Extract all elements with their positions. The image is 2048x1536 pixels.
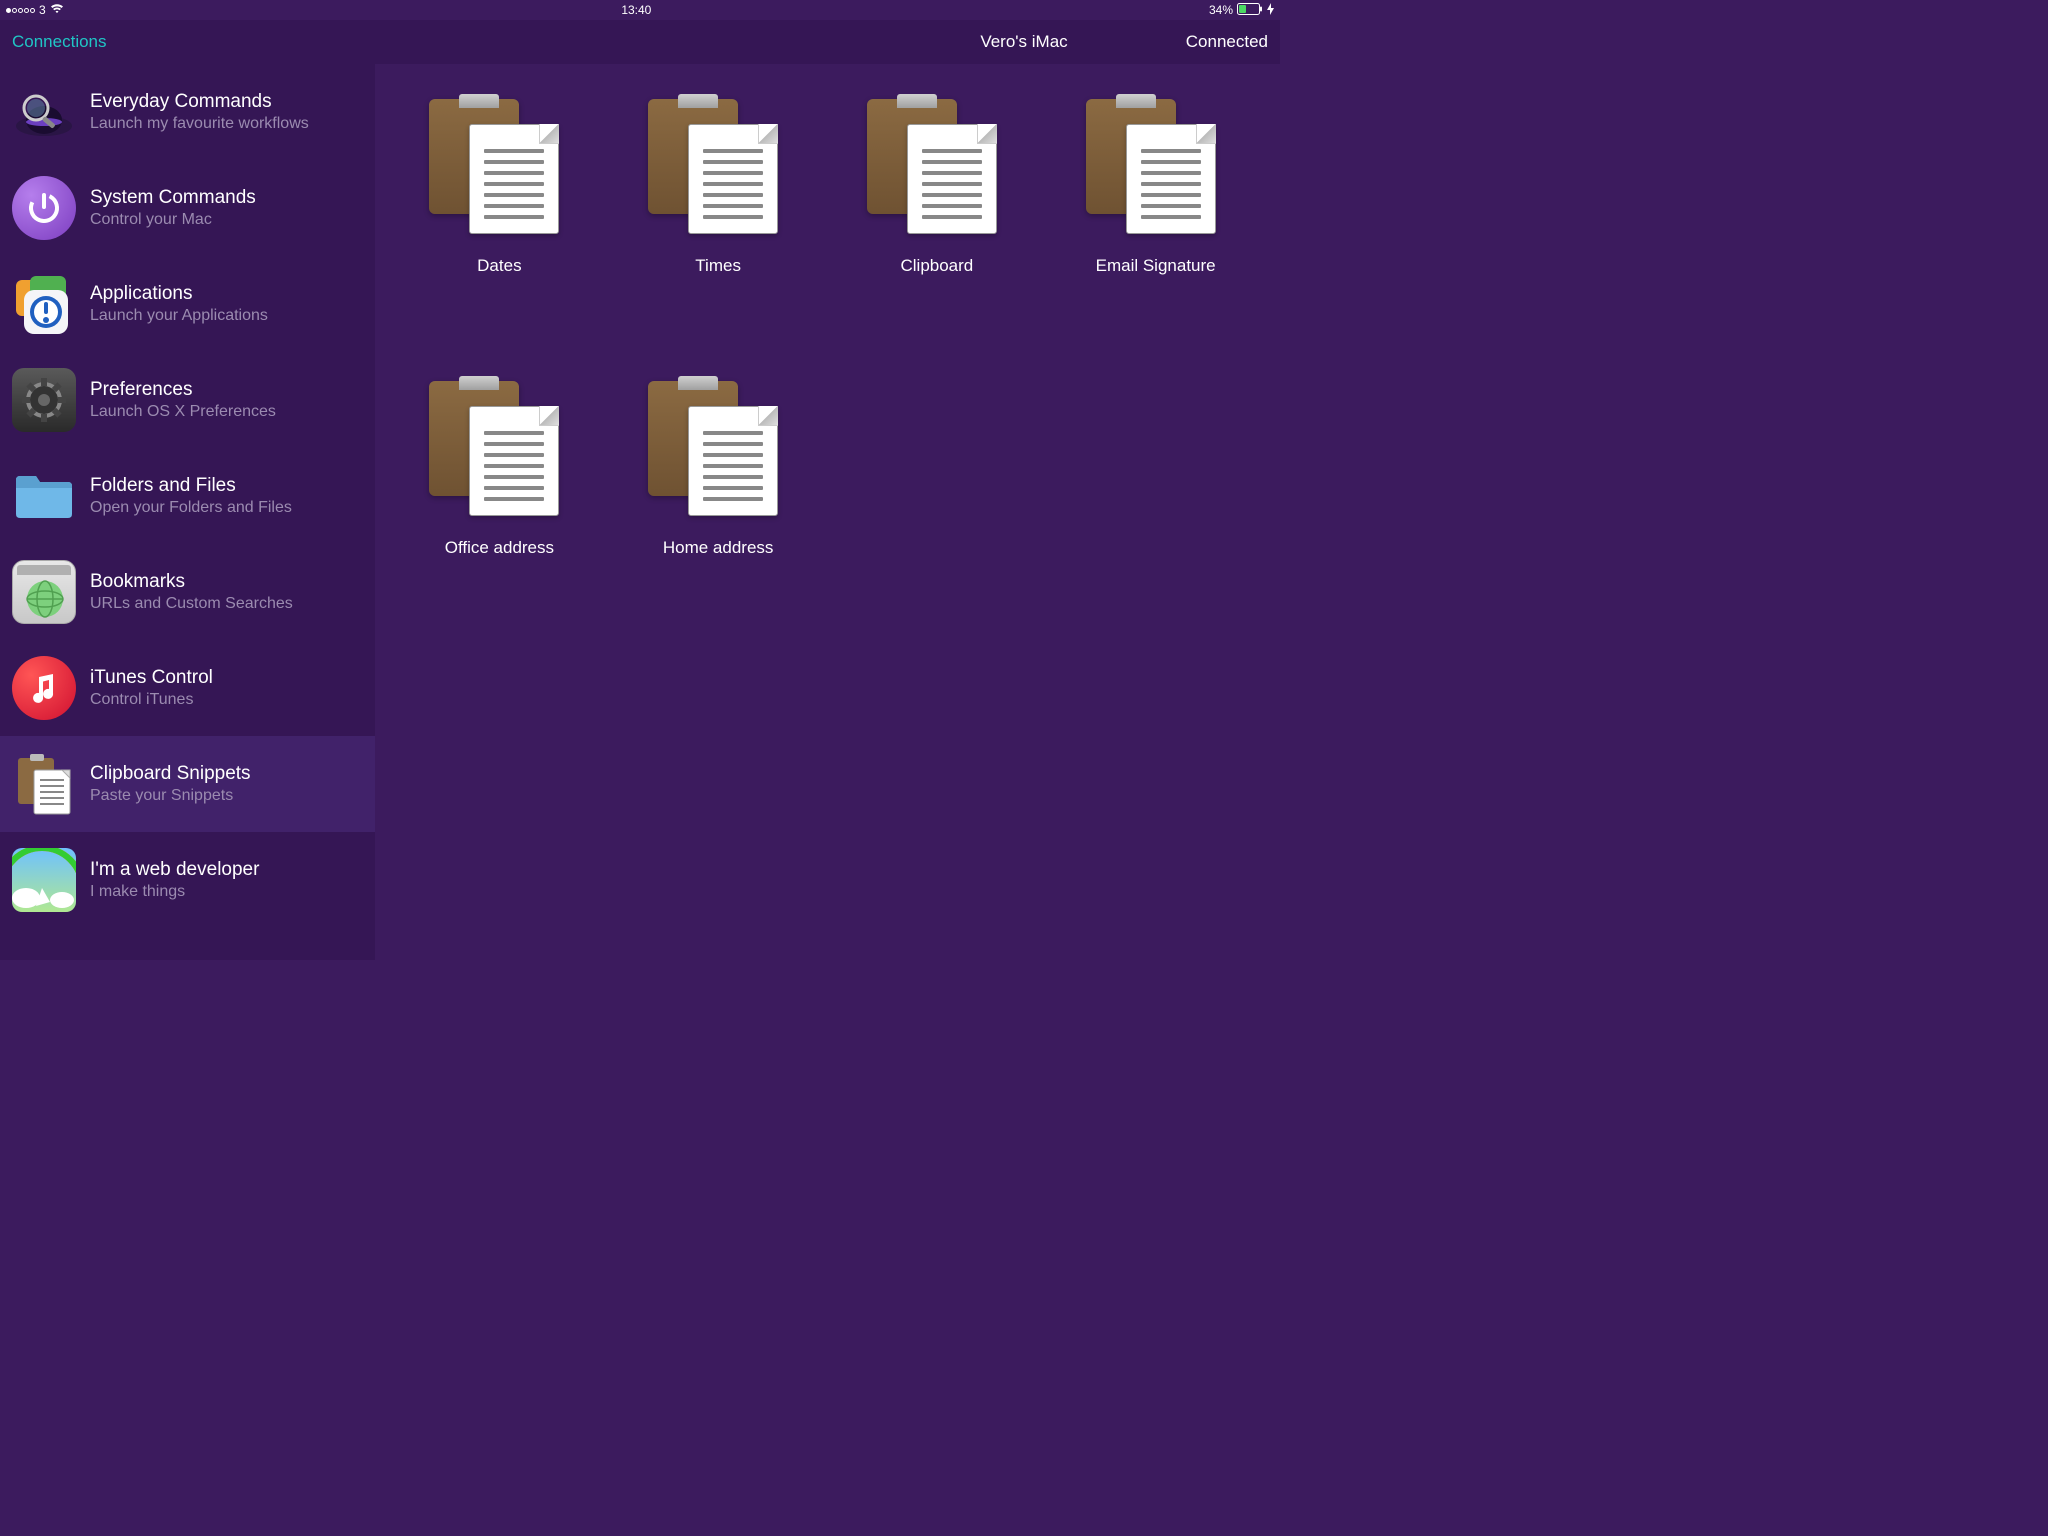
sidebar-item-title: Clipboard Snippets — [90, 763, 363, 785]
snippet-dates[interactable]: Dates — [395, 94, 604, 276]
sidebar-item-folders-files[interactable]: Folders and Files Open your Folders and … — [0, 448, 375, 544]
sidebar-item-title: iTunes Control — [90, 667, 363, 689]
snippet-label: Dates — [477, 256, 521, 276]
sidebar-item-web-developer[interactable]: I'm a web developer I make things — [0, 832, 375, 928]
snippet-office-address[interactable]: Office address — [395, 376, 604, 558]
battery-icon — [1237, 3, 1263, 18]
sidebar-item-subtitle: Launch my favourite workflows — [90, 115, 363, 133]
main: Everyday Commands Launch my favourite wo… — [0, 64, 1280, 960]
sidebar-item-subtitle: Open your Folders and Files — [90, 499, 363, 517]
clipboard-doc-icon — [643, 94, 793, 244]
sidebar-item-itunes-control[interactable]: iTunes Control Control iTunes — [0, 640, 375, 736]
power-icon — [12, 176, 76, 240]
sidebar-item-preferences[interactable]: Preferences Launch OS X Preferences — [0, 352, 375, 448]
sidebar-item-clipboard-snippets[interactable]: Clipboard Snippets Paste your Snippets — [0, 736, 375, 832]
unicorn-rainbow-icon — [12, 848, 76, 912]
status-right: 34% — [1209, 3, 1274, 18]
status-time: 13:40 — [621, 3, 651, 17]
sidebar-item-system-commands[interactable]: System Commands Control your Mac — [0, 160, 375, 256]
sidebar-item-title: Everyday Commands — [90, 91, 363, 113]
charging-icon — [1267, 3, 1274, 18]
sidebar-item-subtitle: Control iTunes — [90, 691, 363, 709]
status-left: 3 — [6, 3, 64, 17]
page-title: Vero's iMac — [980, 32, 1067, 52]
snippet-label: Home address — [663, 538, 774, 558]
sidebar-item-title: Preferences — [90, 379, 363, 401]
sidebar[interactable]: Everyday Commands Launch my favourite wo… — [0, 64, 375, 960]
clipboard-doc-icon — [643, 376, 793, 526]
snippet-clipboard[interactable]: Clipboard — [833, 94, 1042, 276]
battery-percent: 34% — [1209, 3, 1233, 17]
sidebar-item-bookmarks[interactable]: Bookmarks URLs and Custom Searches — [0, 544, 375, 640]
applications-icon — [12, 272, 76, 336]
hat-magnifier-icon — [12, 80, 76, 144]
sidebar-item-subtitle: I make things — [90, 883, 363, 901]
sidebar-item-title: Bookmarks — [90, 571, 363, 593]
wifi-icon — [50, 3, 64, 17]
folder-icon — [12, 464, 76, 528]
clipboard-doc-icon — [862, 94, 1012, 244]
carrier-label: 3 — [39, 3, 46, 17]
signal-dots-icon — [6, 8, 35, 13]
clipboard-doc-icon — [1081, 94, 1231, 244]
sidebar-item-title: Folders and Files — [90, 475, 363, 497]
snippet-label: Clipboard — [900, 256, 973, 276]
music-note-icon — [12, 656, 76, 720]
snippet-label: Office address — [445, 538, 554, 558]
sidebar-item-title: I'm a web developer — [90, 859, 363, 881]
connections-link[interactable]: Connections — [12, 32, 107, 52]
header: Connections Vero's iMac Connected — [0, 20, 1280, 64]
status-bar: 3 13:40 34% — [0, 0, 1280, 20]
sidebar-item-subtitle: URLs and Custom Searches — [90, 595, 363, 613]
sidebar-item-subtitle: Paste your Snippets — [90, 787, 363, 805]
sidebar-item-subtitle: Launch OS X Preferences — [90, 403, 363, 421]
sidebar-item-title: Applications — [90, 283, 363, 305]
sidebar-item-subtitle: Launch your Applications — [90, 307, 363, 325]
snippet-home-address[interactable]: Home address — [614, 376, 823, 558]
sidebar-item-everyday-commands[interactable]: Everyday Commands Launch my favourite wo… — [0, 64, 375, 160]
snippet-label: Email Signature — [1096, 256, 1216, 276]
sidebar-item-subtitle: Control your Mac — [90, 211, 363, 229]
browser-globe-icon — [12, 560, 76, 624]
gear-icon — [12, 368, 76, 432]
sidebar-item-applications[interactable]: Applications Launch your Applications — [0, 256, 375, 352]
sidebar-item-title: System Commands — [90, 187, 363, 209]
snippet-grid: Dates Times Clipboard — [395, 94, 1260, 558]
clipboard-doc-icon — [424, 94, 574, 244]
clipboard-snippet-icon — [12, 752, 76, 816]
content: Dates Times Clipboard — [375, 64, 1280, 960]
snippet-label: Times — [695, 256, 741, 276]
connection-status: Connected — [1186, 32, 1268, 52]
clipboard-doc-icon — [424, 376, 574, 526]
snippet-times[interactable]: Times — [614, 94, 823, 276]
snippet-email-signature[interactable]: Email Signature — [1051, 94, 1260, 276]
